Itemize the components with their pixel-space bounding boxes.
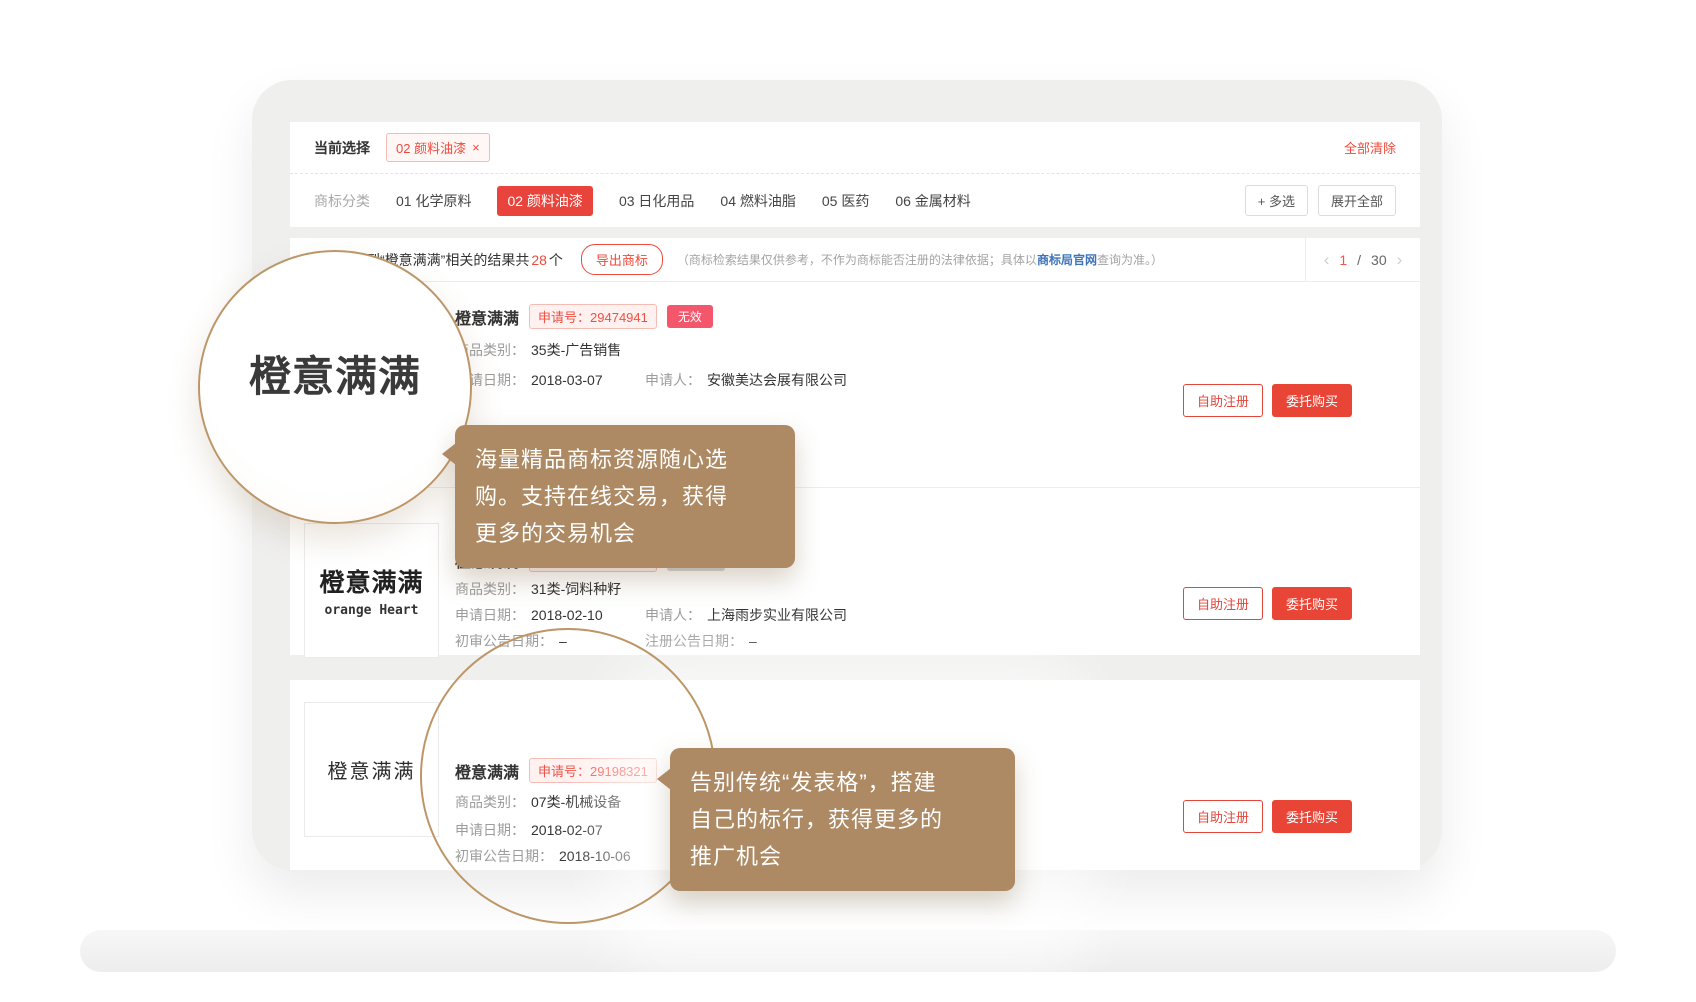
trademark-thumbnail: 橙意满满 orange Heart bbox=[304, 523, 439, 658]
self-register-button[interactable]: 自助注册 bbox=[1183, 384, 1263, 417]
category-field: 商品类别： 31类-饲料种籽 bbox=[455, 579, 1120, 599]
thumbnail-text: 橙意满满 bbox=[328, 755, 416, 784]
current-selection-label: 当前选择 bbox=[314, 138, 370, 158]
next-page-icon[interactable]: › bbox=[1397, 250, 1403, 270]
field-value: 31类-饲料种籽 bbox=[531, 581, 621, 597]
category-row: 商标分类 01 化学原料 02 颜料油漆 03 日化用品 04 燃料油脂 05 … bbox=[290, 174, 1420, 227]
apply-date-field: 申请日期：2018-03-07 申请人：安徽美达会展有限公司 bbox=[455, 370, 1120, 390]
total-pages: 30 bbox=[1371, 252, 1387, 268]
disclaimer-text: （商标检索结果仅供参考，不作为商标能否注册的法律依据；具体以商标局官网查询为准。… bbox=[677, 251, 1163, 268]
results-count: 28 bbox=[531, 252, 547, 268]
clear-all-link[interactable]: 全部清除 bbox=[1344, 138, 1396, 157]
category-item-03[interactable]: 03 日化用品 bbox=[619, 191, 694, 211]
selected-filter-tag-label: 02 颜料油漆 bbox=[396, 138, 466, 157]
category-item-05[interactable]: 05 医药 bbox=[822, 191, 869, 211]
row-actions: 自助注册 委托购买 bbox=[1183, 384, 1352, 417]
category-actions: + 多选 展开全部 bbox=[1245, 185, 1396, 216]
field-label: 注册公告日期： bbox=[645, 633, 743, 649]
callout-tooltip-trade: 海量精品商标资源随心选 购。支持在线交易，获得 更多的交易机会 bbox=[455, 425, 795, 568]
category-item-01[interactable]: 01 化学原料 bbox=[396, 191, 471, 211]
magnifier-circle-top: 橙意满满 bbox=[198, 250, 472, 524]
page: 当前选择 02 颜料油漆 × 全部清除 商标分类 01 化学原料 02 颜料油漆… bbox=[0, 0, 1696, 1002]
self-register-button[interactable]: 自助注册 bbox=[1183, 800, 1263, 833]
applicant-field: 申请人： 上海雨步实业有限公司 bbox=[645, 605, 847, 625]
application-number-tag: 申请号：29474941 bbox=[529, 304, 657, 329]
category-row-label: 商标分类 bbox=[314, 191, 370, 211]
multi-select-button[interactable]: + 多选 bbox=[1245, 185, 1308, 216]
selected-filter-tag[interactable]: 02 颜料油漆 × bbox=[386, 133, 490, 162]
trademark-thumbnail: 橙意满满 bbox=[304, 702, 439, 837]
row-actions: 自助注册 委托购买 bbox=[1183, 587, 1352, 620]
self-register-button[interactable]: 自助注册 bbox=[1183, 587, 1263, 620]
results-unit: 个 bbox=[549, 250, 563, 270]
registration-publication-field: 注册公告日期：– bbox=[645, 631, 757, 651]
pagination: ‹ 1 / 30 › bbox=[1305, 238, 1420, 282]
current-selection-row: 当前选择 02 颜料油漆 × 全部清除 bbox=[290, 122, 1420, 174]
category-item-02-active[interactable]: 02 颜料油漆 bbox=[497, 186, 592, 216]
field-label: 申请日期： bbox=[455, 607, 525, 623]
status-badge: 无效 bbox=[667, 305, 713, 328]
results-header: 为您检索到“橙意满满”相关的结果共28 个 导出商标 （商标检索结果仅供参考，不… bbox=[290, 238, 1420, 282]
entrust-buy-button[interactable]: 委托购买 bbox=[1272, 384, 1352, 417]
field-value: 35类-广告销售 bbox=[531, 342, 621, 358]
applicant-field: 申请人： 安徽美达会展有限公司 bbox=[645, 370, 847, 390]
magnified-trademark-text: 橙意满满 bbox=[249, 343, 421, 404]
category-field: 商品类别：35类-广告销售 bbox=[455, 340, 1120, 360]
export-trademark-button[interactable]: 导出商标 bbox=[581, 244, 663, 275]
expand-all-button[interactable]: 展开全部 bbox=[1318, 185, 1396, 216]
field-value: 上海雨步实业有限公司 bbox=[707, 607, 847, 623]
trademark-office-link[interactable]: 商标局官网 bbox=[1037, 253, 1097, 267]
application-number-value: 29474941 bbox=[590, 310, 648, 325]
disclaimer-suffix: 查询为准。） bbox=[1097, 253, 1163, 267]
field-value: 2018-02-10 bbox=[531, 607, 603, 623]
field-label: 商品类别： bbox=[455, 581, 525, 597]
field-value: – bbox=[749, 633, 757, 649]
apply-date-field: 申请日期： 2018-02-10 申请人： 上海雨步实业有限公司 bbox=[455, 605, 1120, 625]
row-actions: 自助注册 委托购买 bbox=[1183, 800, 1352, 833]
entrust-buy-button[interactable]: 委托购买 bbox=[1272, 587, 1352, 620]
page-divider: / bbox=[1357, 252, 1361, 268]
field-label: 申请人： bbox=[645, 607, 701, 623]
trademark-name: 橙意满满 bbox=[455, 305, 519, 329]
category-item-04[interactable]: 04 燃料油脂 bbox=[720, 191, 795, 211]
field-label: 申请人： bbox=[645, 372, 701, 388]
field-value: 2018-03-07 bbox=[531, 372, 603, 388]
remove-tag-icon[interactable]: × bbox=[472, 141, 480, 154]
thumbnail-subtext: orange Heart bbox=[325, 603, 419, 618]
current-page: 1 bbox=[1339, 252, 1347, 268]
prev-page-icon[interactable]: ‹ bbox=[1324, 250, 1330, 270]
application-number-label: 申请号： bbox=[538, 310, 590, 325]
callout-tooltip-promote: 告别传统“发表格”，搭建 自己的标行，获得更多的 推广机会 bbox=[670, 748, 1015, 891]
filter-panel: 当前选择 02 颜料油漆 × 全部清除 商标分类 01 化学原料 02 颜料油漆… bbox=[290, 122, 1420, 227]
category-item-06[interactable]: 06 金属材料 bbox=[895, 191, 970, 211]
disclaimer-pre: （商标检索结果仅供参考，不作为商标能否注册的法律依据；具体以 bbox=[677, 253, 1037, 267]
trademark-title-line: 橙意满满 申请号：29474941 无效 bbox=[455, 304, 713, 329]
thumbnail-text: 橙意满满 bbox=[319, 563, 423, 599]
field-value: 安徽美达会展有限公司 bbox=[707, 372, 847, 388]
entrust-buy-button[interactable]: 委托购买 bbox=[1272, 800, 1352, 833]
